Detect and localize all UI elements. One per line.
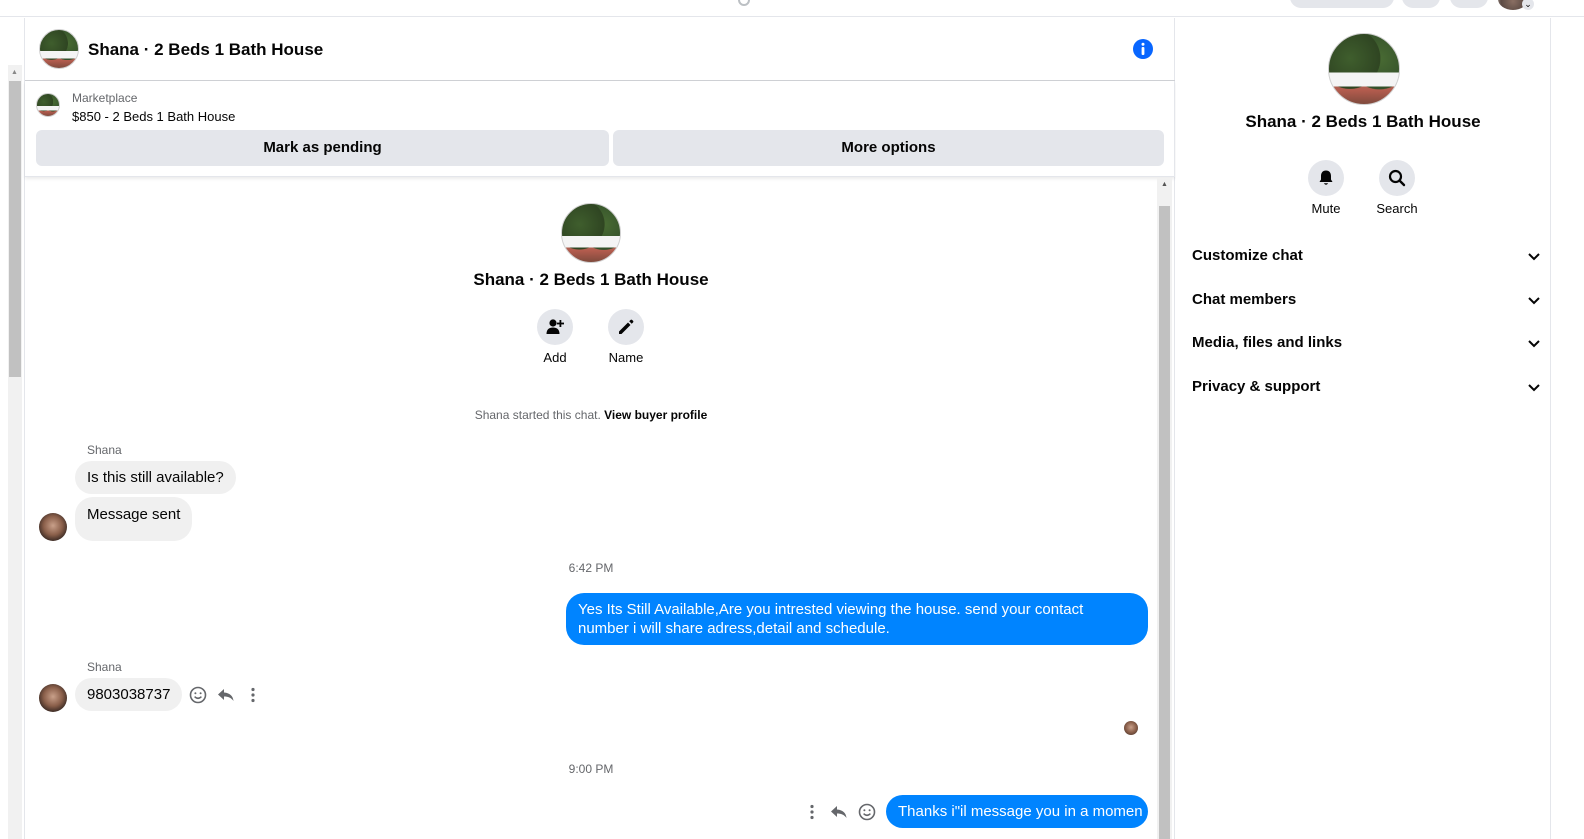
media-files-links-section[interactable]: Media, files and links: [1192, 323, 1542, 363]
search-icon: [1388, 169, 1406, 187]
chevron-down-icon: [1528, 340, 1540, 348]
pencil-icon: [619, 319, 634, 334]
section-label: Customize chat: [1192, 247, 1303, 264]
sender-avatar[interactable]: [39, 684, 67, 712]
chat-members-section[interactable]: Chat members: [1192, 280, 1542, 320]
scrollbar-thumb[interactable]: [1159, 206, 1170, 839]
name-chat-button[interactable]: [608, 309, 644, 345]
bell-icon: [1319, 170, 1333, 185]
more-options-button[interactable]: More options: [613, 130, 1164, 166]
section-label: Media, files and links: [1192, 334, 1343, 351]
chat-panel: Shana · 2 Beds 1 Bath House Marketplace …: [24, 18, 1175, 839]
info-panel-title: Shana · 2 Beds 1 Bath House: [1245, 112, 1481, 131]
sender-avatar[interactable]: [39, 513, 67, 541]
scroll-up-arrow-icon[interactable]: ▲: [1161, 181, 1168, 188]
mark-as-pending-button[interactable]: Mark as pending: [36, 130, 609, 166]
add-people-button[interactable]: [537, 309, 573, 345]
listing-thumbnail[interactable]: [36, 93, 60, 117]
message-timestamp: 9:00 PM: [568, 762, 614, 776]
customize-chat-section[interactable]: Customize chat: [1192, 236, 1542, 276]
scroll-up-arrow-icon[interactable]: ▲: [11, 69, 18, 76]
chevron-down-icon: [1528, 384, 1540, 392]
account-chevron-icon[interactable]: ⌄: [1522, 0, 1534, 10]
react-emoji-icon[interactable]: [857, 802, 877, 822]
privacy-support-section[interactable]: Privacy & support: [1192, 367, 1542, 407]
top-nav-button[interactable]: [1290, 0, 1394, 8]
conversation-info-panel: Shana · 2 Beds 1 Bath House Mute Search …: [1176, 18, 1550, 839]
loading-spinner-icon: [738, 0, 750, 6]
page-scrollbar[interactable]: ▲: [8, 65, 22, 839]
outgoing-message[interactable]: Thanks i"il message you in a momen: [886, 795, 1148, 828]
mute-label: Mute: [1311, 201, 1341, 216]
add-label: Add: [543, 350, 567, 365]
incoming-message[interactable]: Is this still available?: [75, 461, 236, 494]
incoming-message[interactable]: 9803038737: [75, 678, 183, 711]
chevron-down-icon: [1528, 253, 1540, 261]
reply-icon[interactable]: [216, 685, 236, 705]
chat-header: Shana · 2 Beds 1 Bath House: [25, 18, 1175, 81]
sender-name: Shana: [87, 443, 122, 457]
right-edge-panel: [1550, 18, 1584, 839]
conversation-avatar[interactable]: [561, 203, 621, 263]
chat-avatar[interactable]: [39, 29, 79, 69]
listing-source: Marketplace: [72, 91, 138, 105]
listing-title[interactable]: $850 - 2 Beds 1 Bath House: [72, 109, 235, 124]
more-actions-icon[interactable]: [802, 802, 822, 822]
view-buyer-profile-link[interactable]: View buyer profile: [604, 408, 707, 422]
more-actions-icon[interactable]: [243, 685, 263, 705]
marketplace-listing-bar: Marketplace $850 - 2 Beds 1 Bath House M…: [25, 81, 1175, 177]
reply-icon[interactable]: [829, 802, 849, 822]
section-label: Chat members: [1192, 291, 1297, 308]
conversation-title: Shana · 2 Beds 1 Bath House: [473, 270, 709, 289]
seen-receipt-avatar: [1124, 721, 1138, 735]
incoming-message[interactable]: Message sent: [75, 497, 193, 541]
search-label: Search: [1376, 201, 1418, 216]
chat-started-notice: Shana started this chat. View buyer prof…: [390, 408, 792, 422]
react-emoji-icon[interactable]: [188, 685, 208, 705]
mute-button[interactable]: [1308, 160, 1344, 196]
section-label: Privacy & support: [1192, 378, 1321, 395]
info-panel-avatar[interactable]: [1328, 33, 1400, 105]
name-label: Name: [608, 350, 644, 365]
chevron-down-icon: [1528, 297, 1540, 305]
sender-name: Shana: [87, 660, 122, 674]
search-in-conversation-button[interactable]: [1379, 160, 1415, 196]
message-timestamp: 6:42 PM: [568, 561, 614, 575]
top-navbar: ⌄: [0, 0, 1584, 17]
notifications-button[interactable]: [1450, 0, 1488, 8]
chat-started-text: Shana started this chat.: [474, 408, 601, 422]
chat-title[interactable]: Shana · 2 Beds 1 Bath House: [88, 40, 323, 60]
scrollbar-thumb[interactable]: [9, 81, 21, 377]
messages-scrollbar[interactable]: ▲: [1157, 178, 1172, 839]
add-person-icon: [546, 319, 564, 334]
menu-button[interactable]: [1402, 0, 1440, 8]
info-icon[interactable]: [1132, 38, 1154, 60]
outgoing-message[interactable]: Yes Its Still Available,Are you intreste…: [566, 593, 1148, 645]
